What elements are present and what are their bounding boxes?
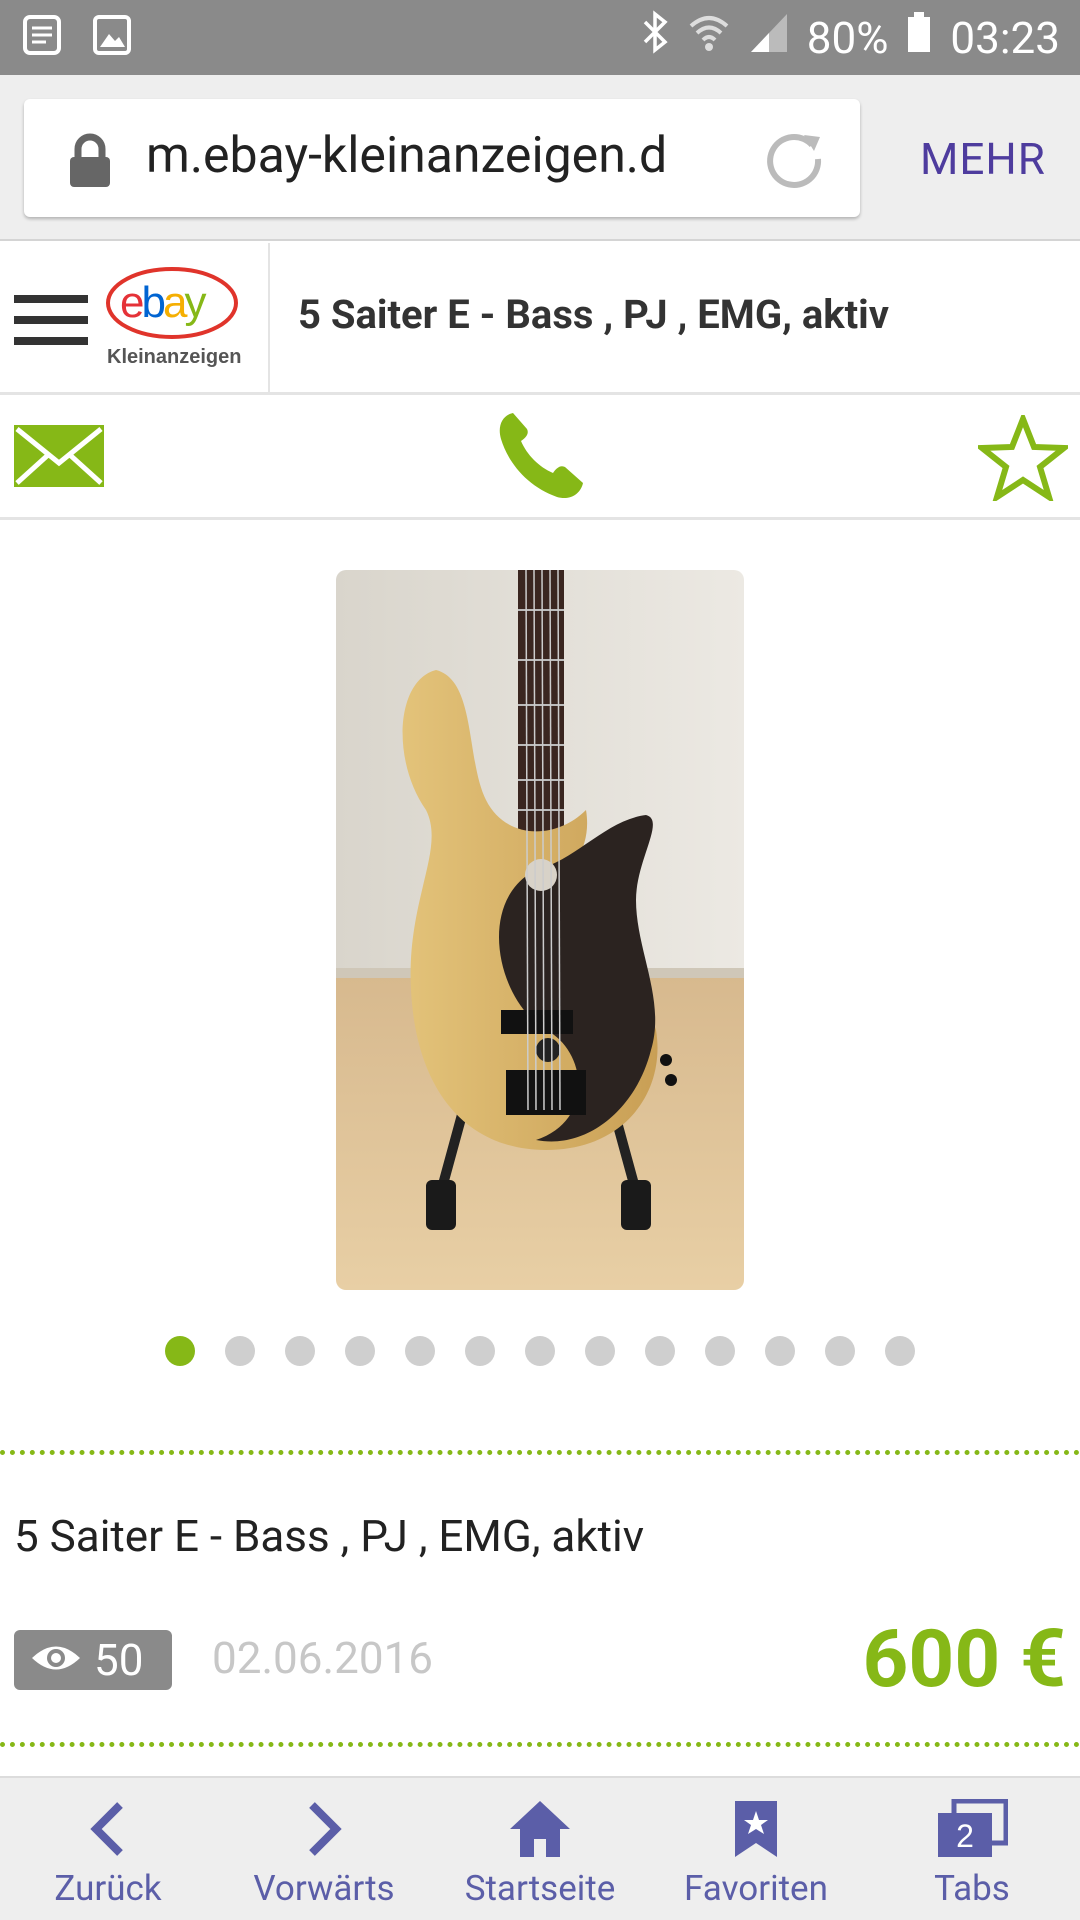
gallery-dot[interactable] — [285, 1336, 315, 1366]
browser-bottom-nav: Zurück Vorwärts Startseite Favoriten 2 T… — [0, 1776, 1080, 1920]
listing-title: 5 Saiter E - Bass , PJ , EMG, aktiv — [14, 1510, 645, 1562]
tabs-count: 2 — [956, 1818, 974, 1854]
gallery-dot[interactable] — [465, 1336, 495, 1366]
gallery-pagination — [0, 1336, 1080, 1366]
app-header: ebay Kleinanzeigen 5 Saiter E - Bass , P… — [0, 243, 1080, 395]
views-count: 50 — [94, 1634, 144, 1686]
lock-icon — [64, 133, 116, 193]
header-divider — [268, 243, 270, 395]
divider-top — [0, 1450, 1080, 1455]
battery-icon — [906, 10, 932, 65]
gallery-notification-icon — [92, 14, 132, 60]
listing-date: 02.06.2016 — [212, 1632, 434, 1684]
home-label: Startseite — [464, 1868, 616, 1909]
forward-label: Vorwärts — [253, 1868, 395, 1909]
gallery-dot[interactable] — [585, 1336, 615, 1366]
eye-icon — [30, 1634, 82, 1686]
tabs-icon: 2 — [936, 1798, 1008, 1860]
menu-icon[interactable] — [14, 295, 88, 345]
star-outline-icon[interactable] — [973, 410, 1073, 505]
gallery-dot[interactable] — [705, 1336, 735, 1366]
signal-icon — [749, 10, 789, 65]
contact-actions — [0, 395, 1080, 520]
back-button[interactable]: Zurück — [0, 1778, 216, 1920]
battery-percent: 80% — [806, 11, 889, 64]
notes-notification-icon — [22, 14, 62, 60]
address-bar[interactable]: m.ebay-kleinanzeigen.d — [24, 99, 860, 217]
status-bar: 80% 03:23 — [0, 0, 1080, 75]
svg-text:ebay: ebay — [120, 278, 206, 327]
ebay-kleinanzeigen-logo[interactable]: ebay Kleinanzeigen — [104, 265, 254, 375]
chevron-right-icon — [304, 1798, 344, 1860]
favorites-button[interactable]: Favoriten — [648, 1778, 864, 1920]
gallery-dot[interactable] — [765, 1336, 795, 1366]
gallery-dot[interactable] — [225, 1336, 255, 1366]
tabs-label: Tabs — [934, 1868, 1010, 1909]
gallery-dot[interactable] — [825, 1336, 855, 1366]
tabs-button[interactable]: 2 Tabs — [864, 1778, 1080, 1920]
gallery-dot[interactable] — [405, 1336, 435, 1366]
divider-bottom — [0, 1742, 1080, 1747]
home-button[interactable]: Startseite — [432, 1778, 648, 1920]
bluetooth-icon — [641, 10, 669, 65]
gallery-dot[interactable] — [525, 1336, 555, 1366]
clock: 03:23 — [950, 11, 1060, 64]
wifi-icon — [687, 10, 731, 65]
views-badge: 50 — [14, 1630, 172, 1690]
back-label: Zurück — [54, 1868, 162, 1909]
svg-text:Kleinanzeigen: Kleinanzeigen — [107, 346, 241, 368]
browser-toolbar: m.ebay-kleinanzeigen.d MEHR — [0, 75, 1080, 241]
gallery-dot[interactable] — [345, 1336, 375, 1366]
url-text[interactable]: m.ebay-kleinanzeigen.d — [146, 127, 746, 185]
forward-button[interactable]: Vorwärts — [216, 1778, 432, 1920]
page-title: 5 Saiter E - Bass , PJ , EMG, aktiv — [298, 291, 890, 338]
envelope-icon[interactable] — [14, 425, 104, 491]
listing-photo[interactable] — [336, 570, 744, 1290]
listing-price: 600 € — [862, 1612, 1066, 1706]
favorites-label: Favoriten — [684, 1868, 828, 1909]
gallery-dot[interactable] — [645, 1336, 675, 1366]
more-button[interactable]: MEHR — [920, 133, 1046, 185]
home-icon — [508, 1798, 572, 1860]
gallery-dot[interactable] — [885, 1336, 915, 1366]
phone-icon[interactable] — [495, 409, 587, 505]
chevron-left-icon — [88, 1798, 128, 1860]
bookmark-star-icon — [733, 1798, 779, 1860]
reload-icon[interactable] — [762, 127, 826, 195]
gallery-dot[interactable] — [165, 1336, 195, 1366]
